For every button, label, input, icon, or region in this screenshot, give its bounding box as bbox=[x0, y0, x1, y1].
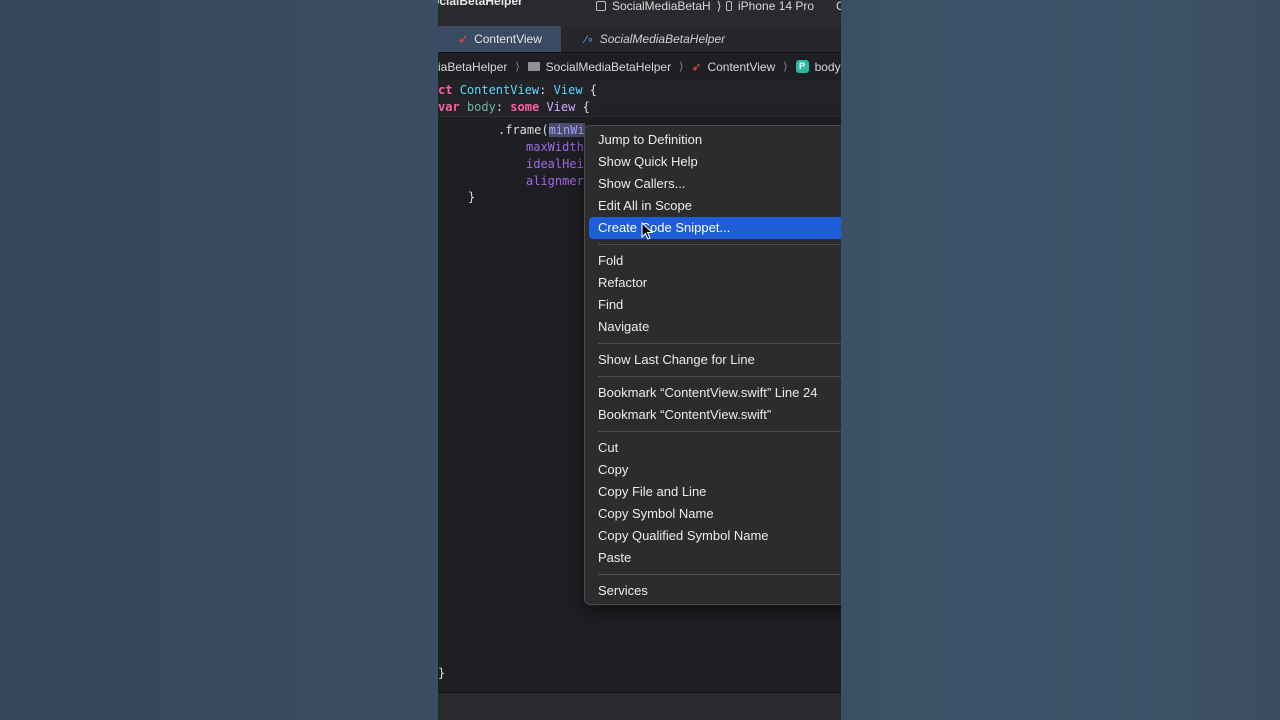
swift-icon: ➶ bbox=[458, 32, 469, 46]
menu-item-copy-qualified-symbol-name[interactable]: Copy Qualified Symbol Name bbox=[589, 525, 849, 547]
chevron-right-icon: ⟩ bbox=[783, 61, 788, 73]
tab-label: SocialMediaBetaHelper bbox=[599, 32, 726, 46]
menu-item-copy[interactable]: Copy bbox=[589, 459, 849, 481]
tab-socialmediabetahelper[interactable]: ⁄∘ SocialMediaBetaHelper bbox=[561, 26, 761, 52]
breadcrumb-file[interactable]: ➶ ContentView bbox=[691, 60, 775, 74]
scheme-selector[interactable]: SocialMediaBetaH ⟩ bbox=[596, 0, 721, 13]
jump-bar: iaBetaHelper ⟩ SocialMediaBetaHelper ⟩ ➶… bbox=[438, 53, 841, 81]
property-name: body bbox=[466, 100, 496, 114]
menu-separator bbox=[598, 376, 853, 377]
helper-icon: ⁄∘ bbox=[585, 33, 594, 46]
menu-item-fold[interactable]: Fold bbox=[589, 250, 849, 272]
window-toolbar: ocialBetaHelper SocialMediaBetaH ⟩ iPhon… bbox=[438, 0, 841, 26]
breadcrumb-label: ContentView bbox=[707, 59, 776, 74]
menu-item-copy-file-and-line[interactable]: Copy File and Line bbox=[589, 481, 849, 503]
keyword: some bbox=[510, 100, 540, 114]
menu-item-bookmark-contentview-swift[interactable]: Bookmark “ContentView.swift” bbox=[589, 404, 849, 426]
keyword: ct bbox=[438, 83, 453, 97]
project-name: ocialBetaHelper bbox=[438, 0, 523, 8]
device-selector[interactable]: iPhone 14 Pro bbox=[726, 0, 814, 13]
menu-item-show-callers[interactable]: Show Callers... bbox=[589, 173, 849, 195]
breadcrumb-symbol[interactable]: P body bbox=[795, 59, 841, 74]
menu-item-services[interactable]: Services bbox=[589, 580, 849, 602]
type-name: View bbox=[553, 83, 583, 97]
closing-brace: } bbox=[468, 190, 476, 204]
swift-icon: ➶ bbox=[691, 59, 702, 74]
menu-item-show-quick-help[interactable]: Show Quick Help bbox=[589, 151, 849, 173]
menu-item-find[interactable]: Find bbox=[589, 294, 849, 316]
method-call: .frame( bbox=[498, 123, 549, 137]
desktop-overlay-right bbox=[841, 0, 1280, 720]
desktop-background-left bbox=[0, 0, 438, 720]
editor-tab-bar: ➶ ContentView ⁄∘ SocialMediaBetaHelper bbox=[438, 26, 841, 53]
tab-contentview[interactable]: ➶ ContentView bbox=[438, 26, 561, 52]
code-line-body: var body: some View { bbox=[438, 100, 590, 114]
chevron-right-icon: ⟩ bbox=[679, 61, 684, 73]
scheme-label: SocialMediaBetaH bbox=[612, 0, 711, 13]
app-icon bbox=[596, 1, 606, 11]
tab-label: ContentView bbox=[474, 32, 542, 46]
phone-icon bbox=[726, 1, 732, 11]
punctuation: { bbox=[582, 100, 590, 114]
breadcrumb-project[interactable]: iaBetaHelper bbox=[438, 60, 507, 74]
breadcrumb-label: body bbox=[814, 59, 841, 74]
punctuation: { bbox=[589, 83, 598, 97]
menu-item-navigate[interactable]: Navigate bbox=[589, 316, 849, 338]
type-name: View bbox=[546, 100, 576, 114]
argument-label: alignmer bbox=[526, 174, 584, 188]
device-label: iPhone 14 Pro bbox=[738, 0, 815, 13]
chevron-right-icon: ⟩ bbox=[716, 0, 722, 13]
context-menu: Jump to Definition Show Quick Help Show Ca… bbox=[584, 125, 854, 605]
keyword: var bbox=[438, 100, 460, 114]
menu-item-cut[interactable]: Cut bbox=[589, 437, 849, 459]
punctuation: : bbox=[495, 100, 504, 114]
breadcrumb-folder[interactable]: SocialMediaBetaHelper bbox=[527, 59, 672, 74]
argument-label: maxWidth bbox=[526, 140, 584, 154]
property-icon: P bbox=[795, 60, 809, 73]
menu-item-edit-all-in-scope[interactable]: Edit All in Scope bbox=[589, 195, 849, 217]
menu-item-show-last-change-for-line[interactable]: Show Last Change for Line bbox=[589, 349, 849, 371]
closing-brace: } bbox=[438, 666, 446, 680]
folder-icon bbox=[527, 62, 540, 71]
selected-text: minWi bbox=[548, 123, 585, 137]
debug-bar bbox=[438, 692, 841, 720]
menu-item-refactor[interactable]: Refactor bbox=[589, 272, 849, 294]
chevron-right-icon: ⟩ bbox=[515, 61, 520, 73]
code-line-struct: ct ContentView: View { bbox=[438, 83, 597, 97]
argument-label: idealHei bbox=[526, 157, 584, 171]
code-line-frame: .frame(minWi bbox=[498, 123, 585, 137]
menu-item-jump-to-definition[interactable]: Jump to Definition bbox=[589, 129, 849, 151]
menu-item-copy-symbol-name[interactable]: Copy Symbol Name bbox=[589, 503, 849, 525]
breadcrumb-label: SocialMediaBetaHelper bbox=[545, 59, 672, 74]
menu-item-paste[interactable]: Paste bbox=[589, 547, 849, 569]
breadcrumb-label: iaBetaHelper bbox=[438, 59, 508, 74]
menu-separator bbox=[598, 431, 853, 432]
menu-separator bbox=[598, 244, 853, 245]
type-name: ContentView bbox=[459, 83, 540, 97]
menu-item-bookmark-contentview-swift-line-24[interactable]: Bookmark “ContentView.swift” Line 24 bbox=[589, 382, 849, 404]
menu-separator bbox=[598, 343, 853, 344]
menu-item-create-code-snippet[interactable]: Create Code Snippet... bbox=[589, 217, 849, 239]
menu-separator bbox=[598, 574, 853, 575]
punctuation: : bbox=[539, 83, 547, 97]
mouse-pointer-icon bbox=[641, 222, 653, 240]
